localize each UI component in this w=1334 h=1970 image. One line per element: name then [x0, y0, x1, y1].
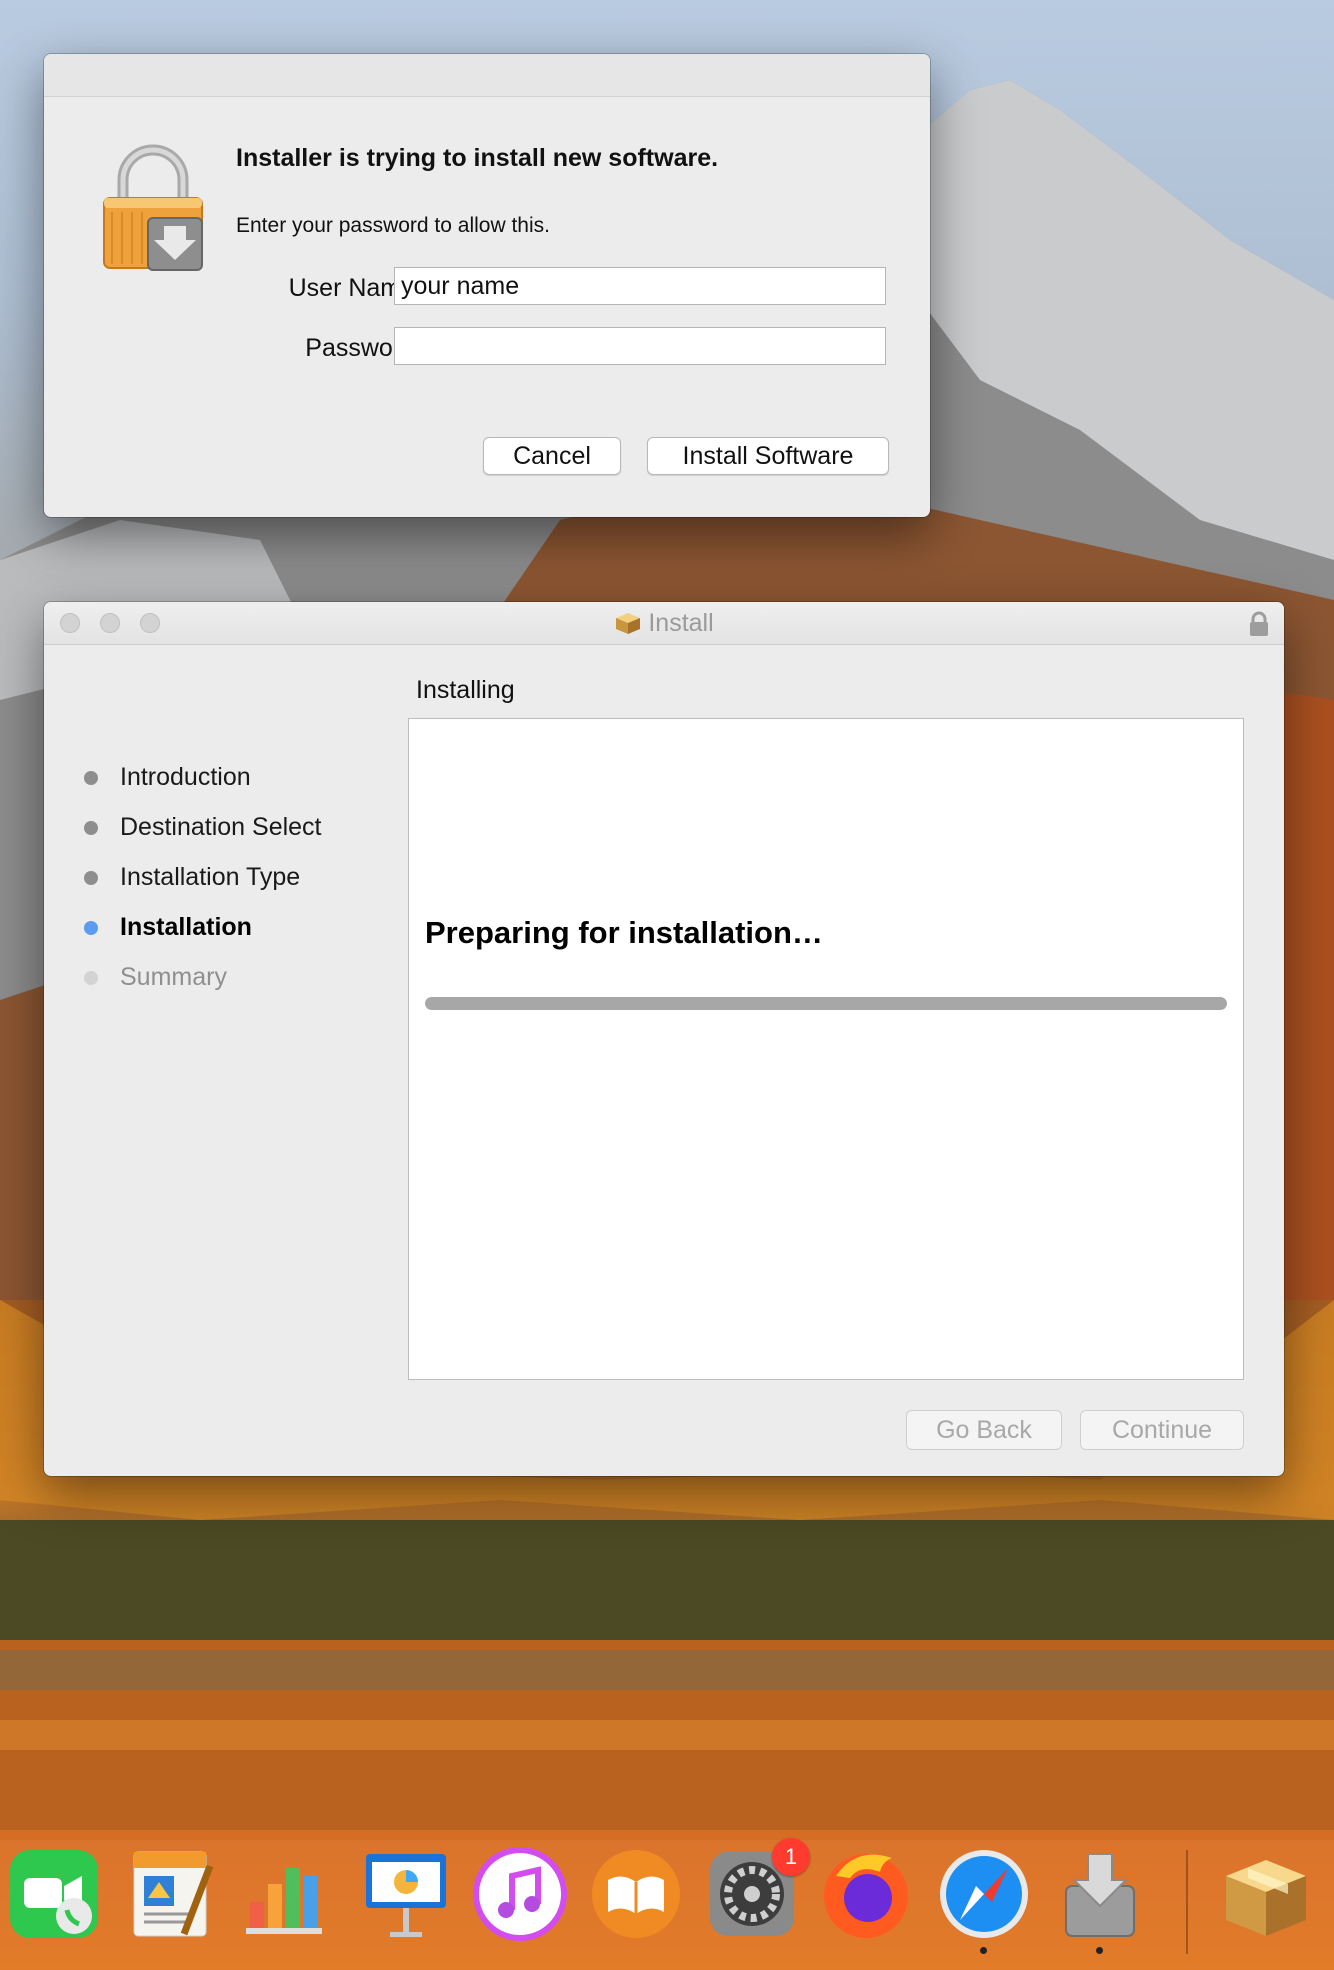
- package-file-icon[interactable]: [1218, 1846, 1314, 1946]
- window-title: Install: [648, 609, 714, 637]
- dialog-subtitle: Enter your password to allow this.: [236, 214, 550, 237]
- lock-icon: [98, 142, 208, 272]
- installation-status-text: Preparing for installation…: [425, 915, 823, 950]
- dock-separator: [1186, 1850, 1188, 1954]
- progress-bar-fill: [425, 997, 1227, 1010]
- password-label: Password:: [305, 334, 422, 362]
- keynote-icon[interactable]: [358, 1846, 454, 1946]
- safari-icon[interactable]: [936, 1846, 1032, 1954]
- go-back-button[interactable]: Go Back: [906, 1410, 1062, 1450]
- install-software-button[interactable]: Install Software: [647, 437, 889, 475]
- installer-title-bar: Install: [44, 602, 1284, 645]
- step-label: Destination Select: [120, 813, 322, 841]
- section-title: Installing: [416, 676, 515, 704]
- notification-badge: 1: [772, 1838, 810, 1876]
- password-field[interactable]: [394, 327, 886, 365]
- step-label: Summary: [120, 963, 227, 991]
- progress-bar: [425, 997, 1227, 1010]
- step-bullet: [84, 871, 98, 885]
- step-label: Installation Type: [120, 863, 301, 891]
- step-label: Installation: [120, 913, 252, 941]
- installation-content-panel: Preparing for installation…: [408, 718, 1244, 1380]
- step-bullet: [84, 771, 98, 785]
- firefox-icon[interactable]: [818, 1846, 914, 1946]
- step-bullet: [84, 821, 98, 835]
- lock-icon[interactable]: [1248, 611, 1270, 637]
- system-preferences-icon[interactable]: 1: [704, 1838, 810, 1946]
- username-label: User Name:: [288, 274, 422, 302]
- installer-window: Install Installing Introduction Destinat…: [44, 602, 1284, 1476]
- pages-icon[interactable]: [126, 1846, 222, 1946]
- dialog-title: Installer is trying to install new softw…: [236, 144, 719, 172]
- cancel-button[interactable]: Cancel: [483, 437, 621, 475]
- installer-icon[interactable]: [1052, 1846, 1148, 1954]
- running-indicator: [980, 1947, 987, 1954]
- running-indicator: [1096, 1947, 1103, 1954]
- ibooks-icon[interactable]: [588, 1846, 684, 1946]
- continue-button[interactable]: Continue: [1080, 1410, 1244, 1450]
- package-icon: [614, 611, 642, 635]
- step-bullet-current: [84, 921, 98, 935]
- dock: 1: [0, 1830, 1334, 1970]
- dialog-top-bar: [44, 54, 930, 97]
- step-label: Introduction: [120, 763, 251, 791]
- facetime-icon[interactable]: [6, 1846, 102, 1946]
- window-title-group: Install: [44, 602, 1284, 644]
- itunes-icon[interactable]: [472, 1846, 568, 1946]
- step-bullet: [84, 971, 98, 985]
- authorization-dialog: Installer is trying to install new softw…: [44, 54, 930, 517]
- username-field[interactable]: [394, 267, 886, 305]
- numbers-icon[interactable]: [240, 1846, 336, 1946]
